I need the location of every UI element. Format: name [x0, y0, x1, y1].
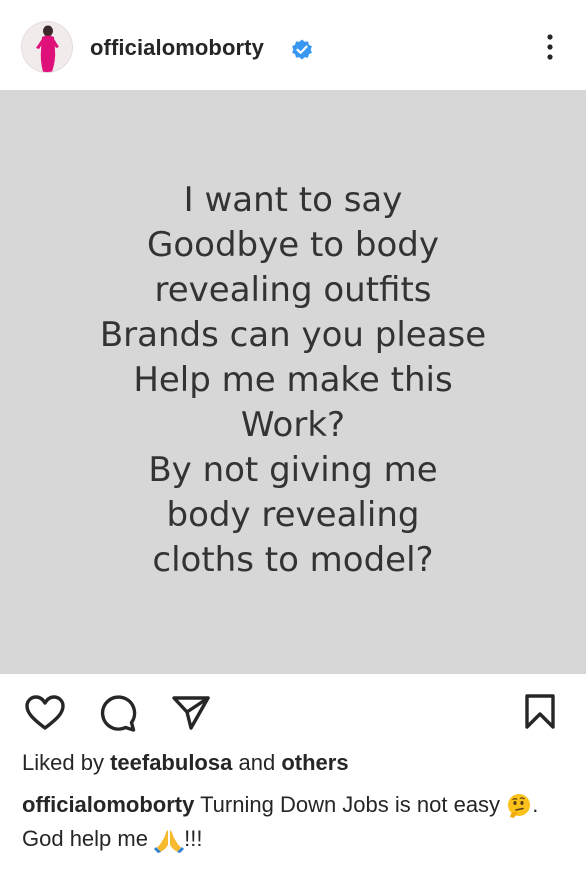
post-text-line: Goodbye to body — [147, 225, 439, 265]
avatar[interactable] — [22, 22, 72, 72]
liked-by-others[interactable]: others — [281, 750, 348, 775]
post-image-text: I want to say Goodbye to body revealing … — [0, 178, 586, 583]
caption-line2: God help me — [22, 826, 148, 851]
post-text-line: Brands can you please — [99, 315, 487, 355]
caption-username[interactable]: officialomoborty — [22, 792, 194, 817]
post-text-line: By not giving me — [148, 450, 438, 490]
heart-icon[interactable] — [24, 694, 66, 732]
liked-by-user[interactable]: teefabulosa — [110, 750, 232, 775]
bookmark-icon[interactable] — [522, 692, 558, 732]
more-vertical-icon[interactable] — [538, 32, 562, 62]
comment-icon[interactable] — [98, 694, 138, 734]
username[interactable]: officialomoborty — [90, 35, 264, 61]
post-text-line: Work? — [240, 405, 346, 445]
post-header: officialomoborty — [0, 0, 586, 90]
likes-line: Liked by teefabulosa and others — [22, 750, 349, 776]
caption-line1-end: . — [532, 792, 539, 817]
caption-text: Turning Down Jobs is not easy — [200, 792, 501, 817]
post-text-line: I want to say — [183, 180, 403, 220]
folded-hands-emoji — [154, 830, 185, 854]
thinking-face-emoji — [508, 794, 531, 819]
avatar-image — [22, 22, 72, 72]
post-image[interactable]: I want to say Goodbye to body revealing … — [0, 90, 586, 674]
caption: officialomoborty Turning Down Jobs is no… — [22, 788, 562, 856]
action-bar — [0, 674, 586, 750]
post-text-line: revealing outfits — [154, 270, 432, 310]
liked-by-and: and — [238, 750, 276, 775]
verified-badge-icon — [292, 39, 312, 60]
send-icon[interactable] — [170, 692, 212, 732]
liked-by-prefix: Liked by — [22, 750, 104, 775]
post-text-line: cloths to model? — [152, 540, 434, 580]
post-text-line: Help me make this — [133, 360, 453, 400]
caption-line2-end: !!! — [184, 826, 203, 851]
post-text-line: body revealing — [166, 495, 420, 535]
